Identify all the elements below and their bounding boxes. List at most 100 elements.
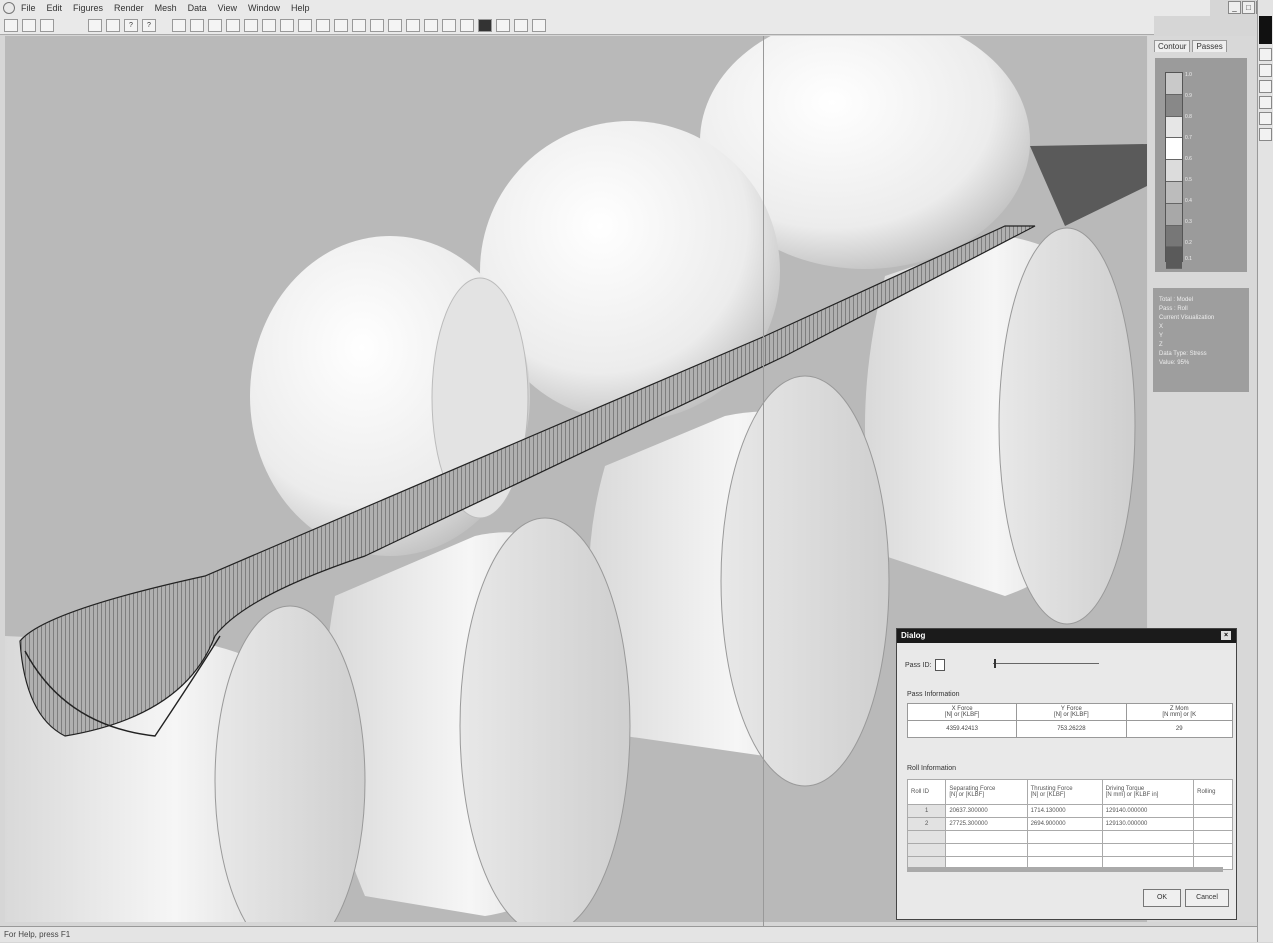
menu-file[interactable]: File — [21, 3, 36, 13]
tab-passes[interactable]: Passes — [1192, 40, 1227, 52]
dock-tool-icon[interactable] — [1259, 112, 1272, 125]
dialog-close-button[interactable]: × — [1221, 631, 1231, 640]
view-top-icon[interactable] — [334, 18, 348, 32]
maximize-button[interactable]: □ — [1242, 1, 1255, 14]
roll-cell: 27725.300000 — [945, 817, 1028, 831]
roll-table-scrollbar[interactable] — [907, 867, 1223, 872]
menu-figures[interactable]: Figures — [73, 3, 103, 13]
menu-render[interactable]: Render — [114, 3, 144, 13]
legend-label: 0.9 — [1185, 93, 1192, 99]
roll-id: 1 — [906, 804, 947, 818]
pass-id-row: Pass ID: — [905, 659, 946, 671]
dock-tool-icon[interactable] — [1259, 64, 1272, 77]
info-line: Total : Model — [1159, 297, 1194, 303]
dialog-title-bar[interactable]: Dialog × — [897, 629, 1236, 643]
measure-icon[interactable] — [388, 18, 402, 32]
force-dialog: Dialog × Pass ID: Pass Information X For… — [896, 628, 1237, 920]
print-icon[interactable] — [106, 18, 120, 32]
table-row — [906, 830, 1233, 844]
pass-id-label: Pass ID: — [905, 661, 932, 669]
dock-tool-icon[interactable] — [1259, 96, 1272, 109]
pass-header: X Force [N] or [KLBF] — [906, 703, 1018, 721]
context-help-icon[interactable]: ? — [142, 18, 156, 32]
wireframe-icon[interactable] — [424, 18, 438, 32]
pass-info-table: X Force [N] or [KLBF] Y Force [N] or [KLBF… — [906, 703, 1233, 738]
mesh-icon[interactable] — [406, 18, 420, 32]
zoom-box-icon[interactable] — [280, 18, 294, 32]
menu-data[interactable]: Data — [188, 3, 207, 13]
zoom-icon[interactable] — [262, 18, 276, 32]
status-bar: For Help, press F1 — [0, 926, 1257, 942]
rotate-x-icon[interactable] — [190, 18, 204, 32]
info-line: Y — [1159, 333, 1164, 339]
tab-contour[interactable]: Contour — [1154, 40, 1191, 52]
view-divider[interactable] — [763, 36, 764, 926]
new-icon[interactable] — [4, 18, 18, 32]
roll-cell: 2694.900000 — [1026, 817, 1103, 831]
cancel-button[interactable]: Cancel — [1185, 889, 1229, 907]
roll-cell: 1714.130000 — [1026, 804, 1103, 818]
select-icon[interactable] — [370, 18, 384, 32]
solid-fill-icon[interactable] — [478, 18, 492, 32]
rotate-z-icon[interactable] — [226, 18, 240, 32]
pan-icon[interactable] — [244, 18, 258, 32]
ok-button[interactable]: OK — [1143, 889, 1181, 907]
open-icon[interactable] — [22, 18, 36, 32]
fit-icon[interactable] — [298, 18, 312, 32]
legend-label: 0.2 — [1185, 240, 1192, 246]
roll-cell — [1193, 817, 1233, 831]
model-info-box: Total : Model Pass : Roll Current Visual… — [1153, 288, 1249, 392]
roll-cell: 20637.300000 — [945, 804, 1028, 818]
side-panel-tabs: Contour Passes — [1154, 40, 1229, 52]
dock-tool-icon[interactable] — [1259, 48, 1272, 61]
color-icon[interactable] — [460, 18, 474, 32]
menu-mesh[interactable]: Mesh — [155, 3, 177, 13]
menu-view[interactable]: View — [218, 3, 237, 13]
strip-tail — [1030, 144, 1147, 226]
pass-id-spinner[interactable] — [935, 659, 946, 671]
table-row[interactable]: 2 27725.300000 2694.900000 129130.000000 — [906, 817, 1233, 831]
roll-header: Rolling — [1193, 779, 1233, 805]
roll-cell — [1193, 804, 1233, 818]
lower-roll-3-face — [720, 375, 890, 787]
roll-id: 2 — [906, 817, 947, 831]
light-icon[interactable] — [442, 18, 456, 32]
legend-label: 0.3 — [1185, 219, 1192, 225]
menu-window[interactable]: Window — [248, 3, 280, 13]
undo-icon[interactable] — [88, 18, 102, 32]
save-icon[interactable] — [40, 18, 54, 32]
legend-label: 0.4 — [1185, 198, 1192, 204]
lower-roll-4-face — [998, 227, 1136, 625]
table-row[interactable]: 1 20637.300000 1714.130000 129140.000000 — [906, 804, 1233, 818]
pass-slider[interactable] — [993, 659, 1099, 669]
slider-track — [993, 663, 1099, 664]
view-front-icon[interactable] — [316, 18, 330, 32]
help-icon[interactable]: ? — [124, 18, 138, 32]
roll-info-table: Roll ID Separating Force [N] or [KLBF] Th… — [906, 779, 1233, 870]
dock-tool-icon[interactable] — [1259, 128, 1272, 141]
legend-label: 1.0 — [1185, 72, 1192, 78]
rotate-icon[interactable] — [172, 18, 186, 32]
slider-thumb[interactable] — [994, 659, 996, 668]
outline-icon[interactable] — [496, 18, 510, 32]
axis-icon[interactable] — [514, 18, 528, 32]
menu-edit[interactable]: Edit — [47, 3, 63, 13]
legend-label: 0.1 — [1185, 256, 1192, 262]
minimize-button[interactable]: _ — [1228, 1, 1241, 14]
animate-icon[interactable] — [532, 18, 546, 32]
roll-cell: 129130.000000 — [1101, 817, 1195, 831]
lower-roll-2-face — [459, 517, 631, 922]
menu-help[interactable]: Help — [291, 3, 310, 13]
docked-toolbar — [1257, 0, 1273, 942]
dock-handle-icon[interactable] — [1259, 16, 1272, 44]
dialog-title: Dialog — [901, 631, 926, 640]
dock-tool-icon[interactable] — [1259, 80, 1272, 93]
pass-header: Z Mom [N mm] or [K — [1125, 703, 1233, 721]
legend-label: 0.7 — [1185, 135, 1192, 141]
rotate-y-icon[interactable] — [208, 18, 222, 32]
view-side-icon[interactable] — [352, 18, 366, 32]
app-icon[interactable] — [3, 2, 15, 14]
pass-value: 29 — [1125, 720, 1233, 738]
info-line: Value: 95% — [1159, 360, 1190, 366]
info-line: Data Type: Stress — [1159, 351, 1207, 357]
